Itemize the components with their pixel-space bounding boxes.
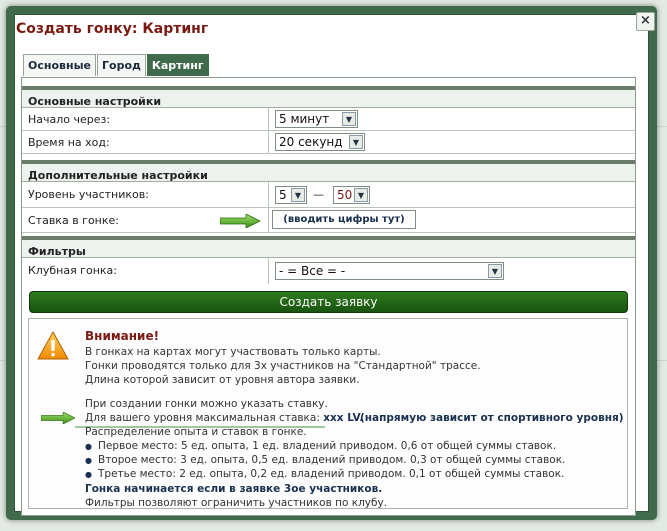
race-start-note: Гонка начинается если в заявке 3ое участ… [85,483,383,495]
karting-panel: Основные настройки Начало через: 5 минут… [21,77,636,516]
close-icon: × [640,13,651,28]
dropdown-arrow-icon: ▼ [342,112,356,126]
club-select[interactable]: - = Все = - ▼ [275,262,504,280]
third-place-item: Третье место: 2 ед. опыта, 0,2 ед. владе… [85,468,564,480]
filters-heading: Фильтры [22,236,635,258]
start-select[interactable]: 5 минут ▼ [275,110,358,128]
move-time-value: 20 секунд [279,135,343,149]
dialog-title: Создать гонку: Картинг [16,21,209,37]
max-stake-line: Для вашего уровня максимальная ставка: x… [85,411,363,425]
notice-box: Внимание! В гонках на картах могут участ… [28,318,628,509]
club-value: - = Все = - [279,264,346,278]
move-time-label: Время на ход: [28,136,110,149]
move-time-select[interactable]: 20 секунд ▼ [275,133,365,151]
tab-bar: Основные Город Картинг [23,54,210,76]
level-range-dash: — [313,188,324,201]
stake-row: Ставка в гонке: (вводить цифры тут) [22,208,635,233]
tab-karting[interactable]: Картинг [146,54,209,76]
max-stake-label: Для вашего уровня максимальная ставка: [85,412,320,424]
level-from-value: 5 [279,188,287,202]
row-divider [268,131,269,153]
row-divider [268,208,269,232]
club-label: Клубная гонка: [28,264,117,277]
dropdown-arrow-icon: ▼ [291,188,305,202]
start-label: Начало через: [28,113,111,126]
first-place-item: Первое место: 5 ед. опыта, 1 ед. владени… [85,440,556,452]
max-stake-value: xxx LV. [323,412,364,424]
tab-city[interactable]: Город [97,54,146,76]
extra-settings-heading: Дополнительные настройки [22,160,635,182]
level-row: Уровень участников: 5 ▼ — 50 ▼ [22,182,635,208]
create-request-button[interactable]: Создать заявку [29,291,628,313]
dropdown-arrow-icon: ▼ [354,188,368,202]
notice-line: Распределение опыта и ставок в гонке. [85,426,307,438]
stake-input[interactable]: (вводить цифры тут) [272,210,416,229]
level-to-value: 50 [337,188,353,202]
basic-settings-heading: Основные настройки [22,86,635,108]
dropdown-arrow-icon: ▼ [488,264,502,278]
second-place-item: Второе место: 3 ед. опыта, 0,5 ед. владе… [85,454,565,466]
notice-line: Длина которой зависит от уровня автора з… [85,374,360,386]
row-divider [268,108,269,130]
level-from-select[interactable]: 5 ▼ [275,186,307,204]
filters-note: Фильтры позволяют ограничить участников … [85,497,388,509]
close-button[interactable]: × [636,12,655,31]
row-divider [268,258,269,284]
stake-label: Ставка в гонке: [28,214,119,227]
start-row: Начало через: 5 минут ▼ [22,108,635,131]
row-divider [268,182,269,207]
club-row: Клубная гонка: - = Все = - ▼ [22,258,635,284]
green-arrow-icon [220,214,260,228]
start-value: 5 минут [279,112,330,126]
level-to-select[interactable]: 50 ▼ [333,186,370,204]
sport-level-note: (напрямую зависит от спортивного уровня) [360,412,624,424]
notice-line: При создании гонки можно указать ставку. [85,398,328,410]
warning-icon [37,331,69,360]
level-label: Уровень участников: [28,188,149,201]
notice-line: В гонках на картах могут участвовать тол… [85,346,381,358]
notice-title: Внимание! [85,329,160,343]
green-arrow-icon [41,412,75,424]
dropdown-arrow-icon: ▼ [349,135,363,149]
tab-basic[interactable]: Основные [23,54,96,76]
move-time-row: Время на ход: 20 секунд ▼ [22,131,635,154]
notice-line: Гонки проводятся только для 3х участнико… [85,360,481,372]
